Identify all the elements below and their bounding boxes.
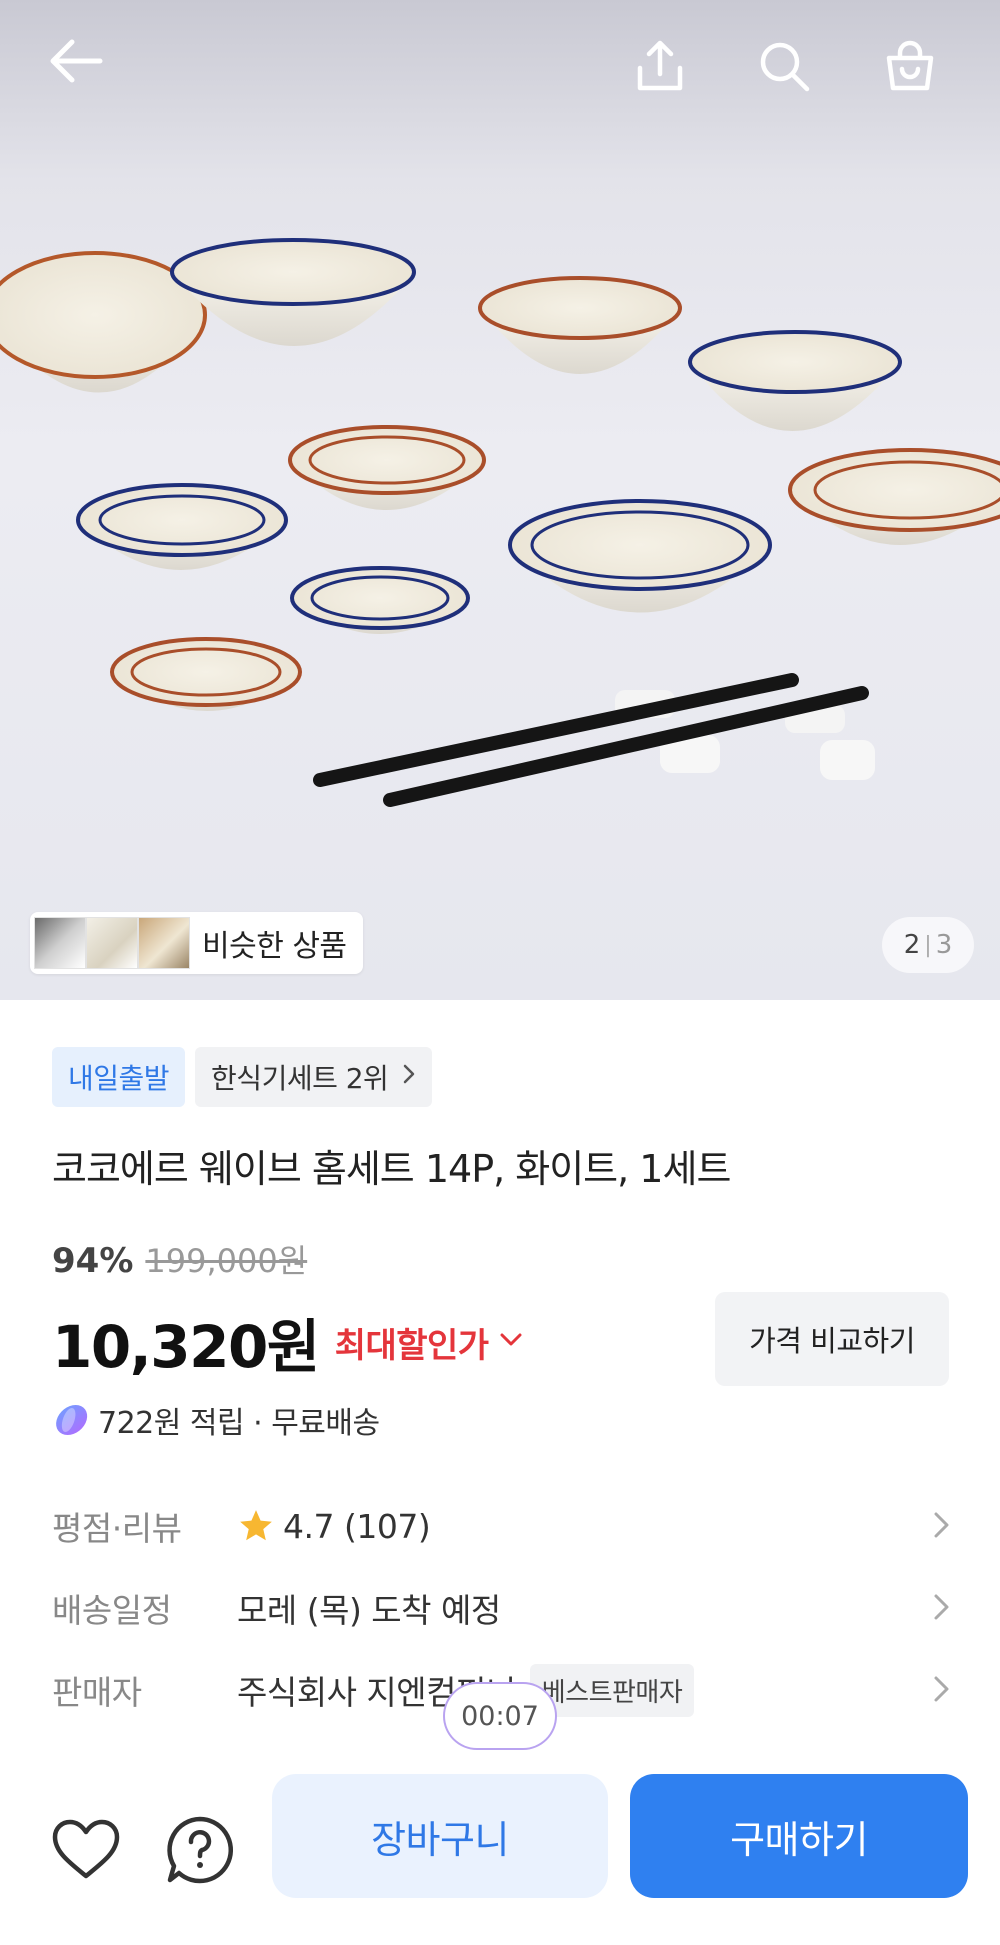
- product-image[interactable]: 비슷한 상품 2 | 3: [0, 0, 1000, 1000]
- chevron-right-icon: [932, 1590, 952, 1628]
- pager-current: 2: [903, 930, 921, 960]
- chevron-right-icon: [402, 1063, 416, 1091]
- points-shipping-text: 722원 적립 · 무료배송: [98, 1406, 380, 1441]
- pager-separator: |: [924, 932, 932, 958]
- max-discount-toggle[interactable]: 최대할인가: [335, 1318, 489, 1367]
- chevron-right-icon: [932, 1672, 952, 1710]
- sale-price: 10,320원: [52, 1313, 320, 1381]
- rank-badge[interactable]: 한식기세트 2위: [195, 1047, 433, 1107]
- delivery-value: 모레 (목) 도착 예정: [237, 1591, 501, 1630]
- add-to-cart-button[interactable]: 장바구니: [272, 1774, 608, 1898]
- points-row: 722원 적립 · 무료배송: [52, 1398, 380, 1442]
- similar-products-button[interactable]: 비슷한 상품: [30, 912, 363, 974]
- similar-thumbnail: [34, 917, 86, 969]
- delivery-key: 배송일정: [52, 1591, 172, 1630]
- delivery-badge: 내일출발: [52, 1047, 186, 1107]
- chevron-down-icon[interactable]: [499, 1332, 523, 1352]
- similar-products-label: 비슷한 상품: [202, 929, 347, 964]
- share-icon: [637, 40, 683, 91]
- like-button[interactable]: [46, 1810, 126, 1890]
- compare-price-button[interactable]: 가격 비교하기: [715, 1292, 949, 1386]
- cart-button[interactable]: [882, 38, 952, 108]
- search-icon: [760, 42, 810, 92]
- image-pager: 2 | 3: [882, 917, 974, 973]
- product-title: 코코에르 웨이브 홈세트 14P, 화이트, 1세트: [52, 1147, 731, 1191]
- rank-badge-label: 한식기세트 2위: [211, 1062, 389, 1095]
- rating-value: 4.7 (107): [283, 1506, 431, 1546]
- similar-thumbnail: [86, 917, 138, 969]
- delivery-row[interactable]: 배송일정 모레 (목) 도착 예정: [52, 1578, 952, 1638]
- back-button[interactable]: [48, 38, 118, 108]
- timer-badge: 00:07: [445, 1684, 555, 1748]
- share-button[interactable]: [632, 38, 702, 108]
- discount-rate: 94%: [52, 1241, 134, 1281]
- discount-row: 94% 199,000원: [52, 1236, 307, 1282]
- seller-key: 판매자: [52, 1673, 142, 1712]
- rating-value-wrap: 4.7 (107): [237, 1506, 431, 1546]
- points-coin-icon: [56, 1405, 88, 1435]
- star-icon: [240, 1510, 272, 1541]
- price-row: 10,320원 최대할인가: [52, 1300, 523, 1384]
- original-price: 199,000원: [145, 1242, 308, 1280]
- inquiry-button[interactable]: [160, 1810, 240, 1890]
- chevron-right-icon: [932, 1508, 952, 1546]
- rating-key: 평점·리뷰: [52, 1509, 182, 1548]
- rating-row[interactable]: 평점·리뷰 4.7 (107): [52, 1496, 952, 1556]
- tableware-photo: [0, 238, 1000, 807]
- arrow-left-icon: [50, 39, 103, 83]
- badge-row: 내일출발 한식기세트 2위: [52, 1047, 433, 1107]
- search-button[interactable]: [756, 38, 826, 108]
- heart-icon: [52, 1819, 120, 1879]
- question-icon: [167, 1816, 233, 1884]
- similar-thumbnail: [138, 917, 190, 969]
- shopping-bag-icon: [886, 40, 934, 91]
- buy-now-button[interactable]: 구매하기: [630, 1774, 968, 1898]
- pager-total: 3: [935, 930, 953, 960]
- best-seller-badge: 베스트판매자: [529, 1663, 695, 1717]
- bottom-action-bar: 장바구니 구매하기: [0, 1752, 1000, 1945]
